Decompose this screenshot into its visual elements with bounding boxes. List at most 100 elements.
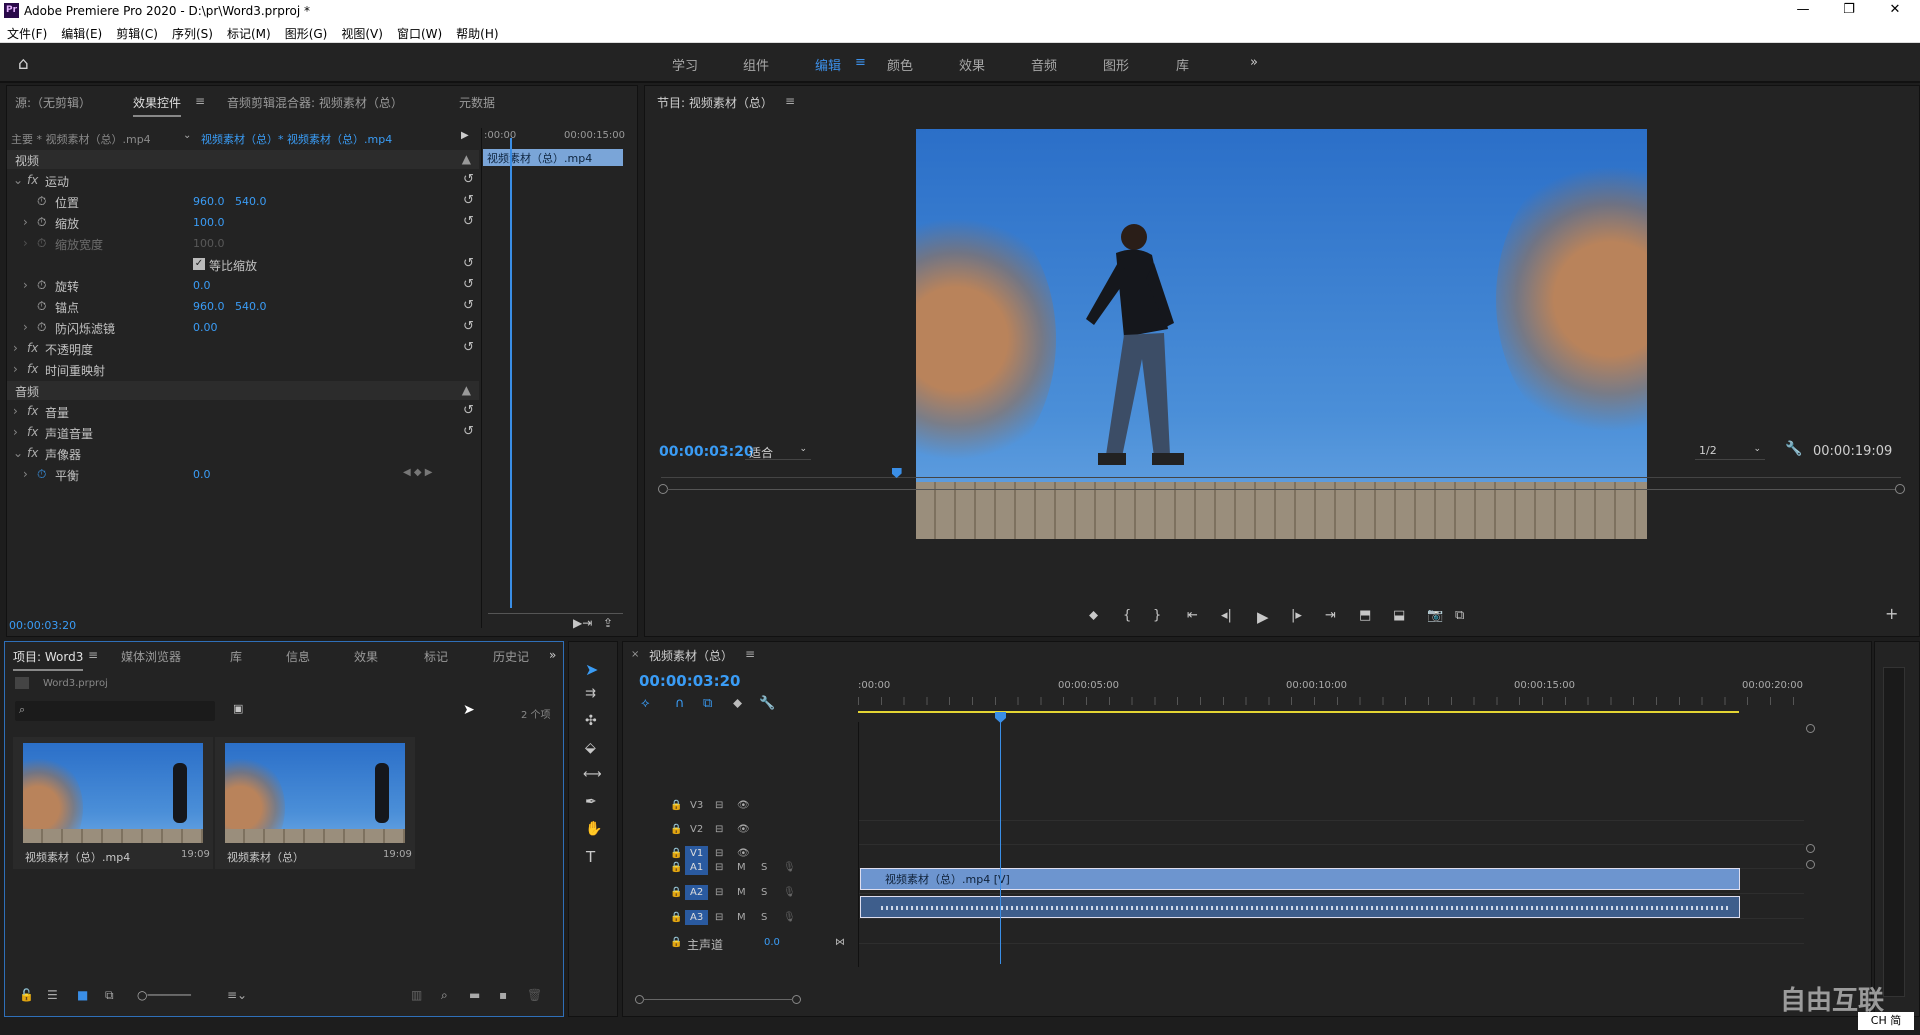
reset-icon[interactable]: ↺ <box>463 277 474 292</box>
stopwatch-icon[interactable]: ⏱ <box>37 467 46 482</box>
sync-lock-icon[interactable]: ⊟ <box>715 887 723 898</box>
eye-icon[interactable]: 👁 <box>737 824 750 835</box>
expand-icon[interactable]: › <box>13 404 18 418</box>
panel-menu-icon[interactable]: ≡ <box>88 648 98 662</box>
fit-dropdown[interactable]: 适合 ⌄ <box>745 442 811 460</box>
workspace-menu-icon[interactable]: ≡ <box>855 55 866 70</box>
solo-button[interactable]: S <box>761 862 767 873</box>
track-label[interactable]: A1 <box>685 860 709 875</box>
add-marker-icon[interactable]: ⬥ <box>733 696 742 711</box>
expand-icon[interactable]: › <box>23 467 28 481</box>
reset-icon[interactable]: ↺ <box>463 298 474 313</box>
position-x[interactable]: 960.0 <box>193 195 225 208</box>
tab-effects[interactable]: 效果 <box>354 648 378 665</box>
program-playhead[interactable] <box>891 468 902 478</box>
panner-row[interactable]: ⌄ fx 声像器 <box>7 443 477 464</box>
stopwatch-icon[interactable]: ⏱ <box>37 320 46 335</box>
wrench-icon[interactable]: 🔧 <box>1785 441 1802 457</box>
track-a2[interactable]: 🔒 A2 ⊟ M S 🎙 <box>623 883 853 907</box>
panel-menu-icon[interactable]: ≡ <box>745 647 755 661</box>
sort-icon[interactable]: ≡⌄ <box>227 988 247 1002</box>
channel-volume-row[interactable]: › fx 声道音量 ↺ <box>7 422 477 443</box>
menu-help[interactable]: 帮助(H) <box>449 22 505 42</box>
microphone-icon[interactable]: 🎙 <box>783 912 796 923</box>
menu-sequence[interactable]: 序列(S) <box>165 22 220 42</box>
scale-row[interactable]: › ⏱ 缩放 100.0 ↺ <box>7 212 477 233</box>
program-scrub-bar[interactable] <box>661 468 1901 478</box>
nest-icon[interactable]: ⟡ <box>641 696 650 711</box>
master-value[interactable]: 0.0 <box>764 937 780 948</box>
master-clip-label[interactable]: 主要 * 视频素材（总）.mp4 <box>11 131 151 147</box>
icon-view-icon[interactable]: ■ <box>77 988 88 1002</box>
expand-icon[interactable]: › <box>13 425 18 439</box>
selection-tool-icon[interactable]: ➤ <box>585 660 598 679</box>
lock-icon[interactable]: 🔒 <box>670 862 682 873</box>
position-y[interactable]: 540.0 <box>235 195 267 208</box>
mini-timeline[interactable]: :00:00 00:00:15:00 视频素材（总）.mp4 <box>481 128 626 628</box>
anchor-row[interactable]: ⏱ 锚点 960.0 540.0 ↺ <box>7 296 477 317</box>
position-row[interactable]: ⏱ 位置 960.0 540.0 ↺ <box>7 191 477 212</box>
new-item-icon[interactable]: ▪ <box>499 988 507 1002</box>
sync-lock-icon[interactable]: ⊟ <box>715 862 723 873</box>
opacity-row[interactable]: › fx 不透明度 ↺ <box>7 338 477 359</box>
keyframe-nav-icon[interactable]: ◀ ◆ ▶ <box>403 467 432 478</box>
reset-icon[interactable]: ↺ <box>463 403 474 418</box>
slip-tool-icon[interactable]: ⟷ <box>583 767 602 782</box>
track-v3[interactable]: 🔒 V3 ⊟ 👁 <box>623 796 853 820</box>
expand-icon[interactable]: › <box>23 215 28 229</box>
mute-button[interactable]: M <box>737 912 746 923</box>
menu-view[interactable]: 视图(V) <box>334 22 390 42</box>
workspace-assembly[interactable]: 组件 <box>743 55 769 74</box>
new-bin-icon[interactable]: ▬ <box>469 988 480 1002</box>
track-select-tool-icon[interactable]: ⇉ <box>585 686 596 701</box>
lift-icon[interactable]: ⬒ <box>1359 608 1371 623</box>
audio-clip-a1[interactable] <box>860 896 1740 918</box>
microphone-icon[interactable]: 🎙 <box>783 862 796 873</box>
fx-icon[interactable]: fx <box>27 404 38 418</box>
mark-in-icon[interactable]: { <box>1123 608 1131 623</box>
project-item-1[interactable]: 视频素材（总）.mp4 19:09 <box>13 737 213 869</box>
pen-tool-icon[interactable]: ✒ <box>585 794 597 810</box>
close-tab-icon[interactable]: × <box>631 649 639 660</box>
antiflicker-row[interactable]: › ⏱ 防闪烁滤镜 0.00 ↺ <box>7 317 477 338</box>
timeline-tab[interactable]: 视频素材（总） <box>649 647 733 664</box>
workspace-editing[interactable]: 编辑 <box>815 55 841 74</box>
tab-libraries[interactable]: 库 <box>230 648 242 665</box>
tab-metadata[interactable]: 元数据 <box>459 94 495 111</box>
home-icon[interactable]: ⌂ <box>18 54 38 74</box>
antiflicker-value[interactable]: 0.00 <box>193 321 218 334</box>
list-view-icon[interactable]: ☰ <box>47 988 58 1002</box>
panel-menu-icon[interactable]: ≡ <box>195 94 205 108</box>
vscroll-handle-mid[interactable] <box>1806 844 1815 853</box>
timeline-timecode[interactable]: 00:00:03:20 <box>639 672 741 690</box>
zoom-handle-right[interactable] <box>1895 484 1905 494</box>
export-frame-icon[interactable]: 📷 <box>1427 608 1443 623</box>
chevron-down-icon[interactable]: ⌄ <box>183 130 191 141</box>
fx-icon[interactable]: fx <box>27 341 38 355</box>
mini-playhead[interactable] <box>510 138 512 608</box>
vscroll-handle-bottom[interactable] <box>1806 860 1815 869</box>
trash-icon[interactable]: 🗑 <box>527 988 542 1002</box>
balance-row[interactable]: › ⏱ 平衡 0.0 ◀ ◆ ▶ <box>7 464 477 485</box>
expand-icon[interactable]: › <box>23 320 28 334</box>
reset-icon[interactable]: ↺ <box>463 172 474 187</box>
uniform-scale-checkbox[interactable]: ✓ <box>193 258 205 270</box>
tab-history[interactable]: 历史记 <box>493 648 529 665</box>
hscroll-handle-right[interactable] <box>792 995 801 1004</box>
lock-icon[interactable]: 🔒 <box>670 912 682 923</box>
more-tabs-icon[interactable]: » <box>549 648 556 662</box>
linked-selection-icon[interactable]: ⧉ <box>703 696 712 711</box>
snap-icon[interactable]: ∩ <box>675 696 685 711</box>
go-to-end-icon[interactable]: ⋈ <box>835 937 845 948</box>
sequence-clip-label[interactable]: 视频素材（总）* 视频素材（总）.mp4 <box>201 131 392 147</box>
anchor-x[interactable]: 960.0 <box>193 300 225 313</box>
filter-icon[interactable]: ▶⇥ <box>573 616 592 630</box>
more-workspaces-icon[interactable]: » <box>1250 55 1258 70</box>
stopwatch-icon[interactable]: ⏱ <box>37 194 46 209</box>
workspace-audio[interactable]: 音频 <box>1031 55 1057 74</box>
mini-scrollbar[interactable] <box>488 613 623 614</box>
fx-icon[interactable]: fx <box>27 173 38 187</box>
video-clip-v1[interactable]: 视频素材（总）.mp4 [V] <box>860 868 1740 890</box>
reset-icon[interactable]: ↺ <box>463 340 474 355</box>
lock-icon[interactable]: 🔒 <box>670 937 682 948</box>
